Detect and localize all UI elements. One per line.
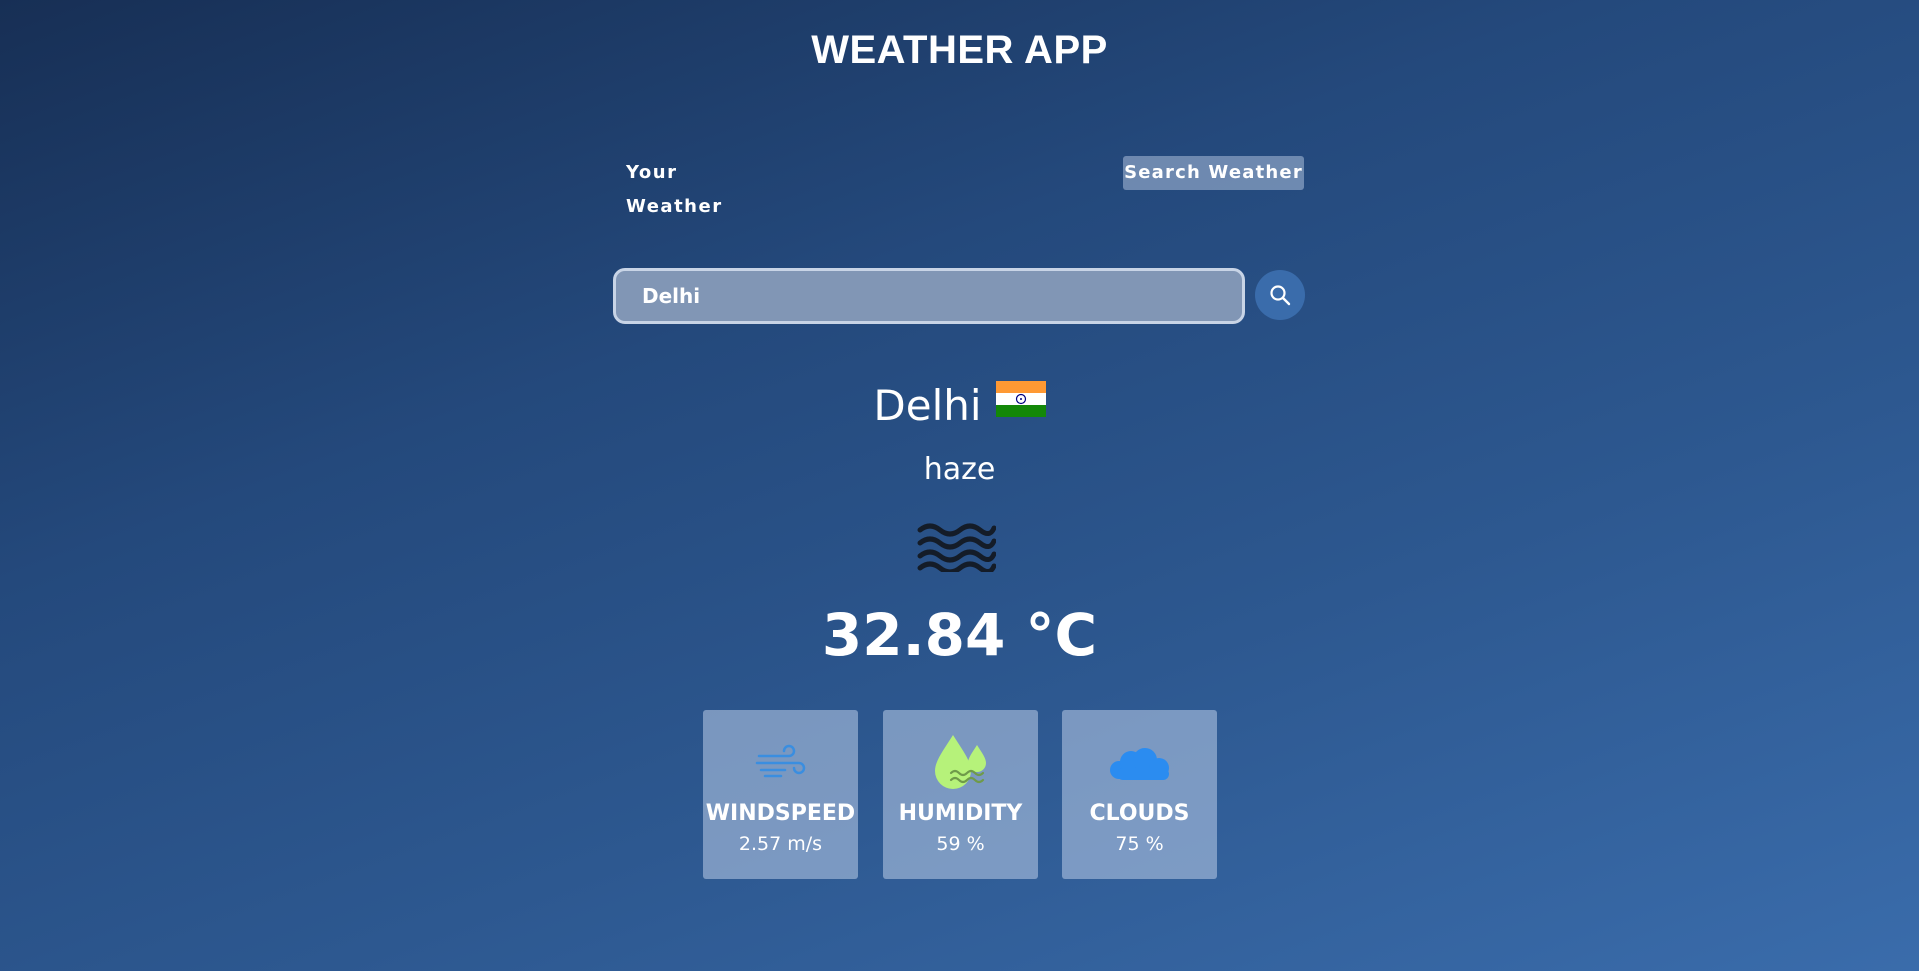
search-input[interactable]: [613, 268, 1245, 324]
humidity-label: HUMIDITY: [898, 801, 1023, 826]
windspeed-card: WINDSPEED 2.57 m/s: [703, 710, 858, 879]
city-heading: Delhi: [0, 378, 1919, 437]
india-flag-icon: [995, 377, 1046, 433]
weather-description: haze: [923, 452, 996, 487]
clouds-label: CLOUDS: [1089, 801, 1190, 826]
humidity-icon: [883, 730, 1038, 794]
tab-your-weather[interactable]: Your Weather: [616, 156, 774, 217]
temperature: 32.84 °C: [821, 601, 1098, 669]
search-button[interactable]: [1255, 270, 1305, 320]
cloud-icon: [1062, 730, 1217, 794]
wind-icon: [703, 730, 858, 794]
haze-icon: [916, 516, 997, 575]
humidity-card: HUMIDITY 59 %: [883, 710, 1038, 879]
clouds-value: 75 %: [1115, 833, 1164, 855]
city-name: Delhi: [873, 381, 982, 430]
windspeed-label: WINDSPEED: [705, 801, 856, 826]
windspeed-value: 2.57 m/s: [738, 833, 823, 855]
humidity-value: 59 %: [936, 833, 985, 855]
app-title: WEATHER APP: [811, 28, 1108, 72]
clouds-card: CLOUDS 75 %: [1062, 710, 1217, 879]
tab-search-weather[interactable]: Search Weather: [1123, 156, 1304, 190]
search-icon: [1270, 285, 1291, 306]
